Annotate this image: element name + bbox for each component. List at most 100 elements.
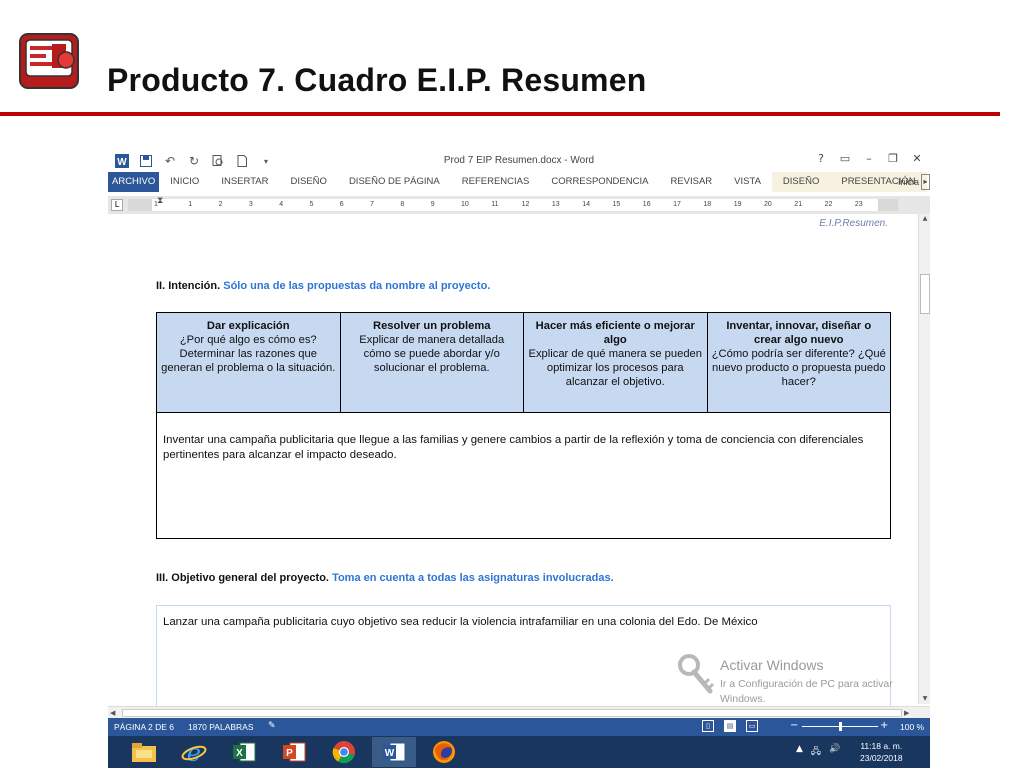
slide: Producto 7. Cuadro E.I.P. Resumen W ↶ ↻	[0, 0, 1024, 768]
horizontal-ruler[interactable]: 1 1 2 3 4 5 6 7 8 9 10 11 12 13 14 15 16 17 18 19 20 21 22 23	[152, 199, 896, 211]
indent-marker-icon[interactable]: ⧗	[157, 196, 163, 206]
clock[interactable]: 11:18 a. m. 23/02/2018	[860, 740, 903, 764]
ribbon-overflow: Inicia ▸	[898, 172, 930, 192]
chevron-right-icon[interactable]: ▸	[921, 174, 930, 190]
ruler-number: 17	[673, 201, 681, 208]
ruler-number: 12	[521, 201, 530, 208]
tab-diseno[interactable]: DISEÑO	[280, 172, 338, 192]
read-mode-icon[interactable]: ▯	[702, 720, 714, 732]
svg-text:e: e	[187, 740, 201, 764]
ruler-number: 18	[703, 201, 712, 208]
show-hidden-icons-icon[interactable]: ▲	[796, 744, 803, 760]
section-intencion-heading: II. Intención. Sólo una de las propuesta…	[156, 280, 490, 292]
ruler-number: 8	[400, 201, 405, 208]
ruler-number: 4	[279, 201, 284, 208]
word-count[interactable]: 1870 PALABRAS	[188, 722, 254, 732]
scroll-up-icon[interactable]: ▲	[920, 214, 930, 224]
table-header-cell[interactable]: Inventar, innovar, diseñar o crear algo …	[706, 312, 891, 413]
section-intencion-instruction: Sólo una de las propuestas da nombre al …	[223, 280, 491, 292]
svg-text:X: X	[236, 748, 243, 759]
section-intencion-title: II. Intención.	[156, 280, 221, 292]
intention-answer-cell[interactable]: Inventar una campaña publicitaria que ll…	[156, 412, 891, 539]
close-button[interactable]: ✕	[910, 152, 924, 165]
network-icon[interactable]: 🖧	[811, 744, 821, 760]
tab-diseno-de-pagina[interactable]: DISEÑO DE PÁGINA	[338, 172, 451, 192]
title-bar: W ↶ ↻ ▾ Prod 7 EIP Resumen.docx - Word ?…	[108, 150, 930, 172]
view-buttons: ▯ ▤ ▭	[702, 720, 758, 732]
column-title: Hacer más eficiente o mejorar algo	[535, 320, 695, 346]
ruler-number: 9	[430, 201, 435, 208]
ruler-number: 22	[824, 201, 833, 208]
column-body: Explicar de manera detallada cómo se pue…	[359, 334, 505, 374]
web-layout-icon[interactable]: ▭	[746, 720, 758, 732]
ruler-number: 21	[794, 201, 803, 208]
volume-icon[interactable]: 🔊	[829, 744, 840, 760]
section-objetivo-title: III. Objetivo general del proyecto.	[156, 572, 329, 584]
ruler-number: 3	[248, 201, 253, 208]
table-row: Inventar una campaña publicitaria que ll…	[156, 412, 891, 539]
horizontal-scrollbar[interactable]: ◀ ▶	[108, 706, 930, 718]
scrollbar-thumb[interactable]	[920, 274, 930, 314]
firefox-icon[interactable]	[422, 737, 466, 767]
watermark-subtitle: Ir a Configuración de PC para activar Wi…	[720, 678, 893, 705]
table-header-cell[interactable]: Hacer más eficiente o mejorar algo Expli…	[523, 312, 708, 413]
vertical-scrollbar[interactable]: ▲ ▼	[918, 214, 930, 704]
restore-button[interactable]: ❐	[886, 152, 900, 165]
ruler-number: 11	[491, 201, 499, 208]
chrome-icon[interactable]	[322, 737, 366, 767]
page-header: E.I.P.Resumen.	[819, 218, 888, 229]
presentation-logo-icon	[19, 33, 79, 89]
help-button[interactable]: ?	[814, 152, 828, 165]
tab-archivo[interactable]: ARCHIVO	[108, 172, 160, 192]
svg-text:W: W	[385, 748, 395, 759]
eip-table: Dar explicación ¿Por qué algo es cómo es…	[156, 312, 891, 539]
zoom-slider-handle[interactable]	[839, 722, 842, 731]
zoom-in-button[interactable]: +	[880, 720, 888, 731]
tab-insertar[interactable]: INSERTAR	[210, 172, 279, 192]
tab-correspondencia[interactable]: CORRESPONDENCIA	[540, 172, 659, 192]
ruler-right-margin	[878, 199, 898, 211]
tab-selector-icon[interactable]: L	[111, 199, 123, 211]
ruler-number: 16	[642, 201, 651, 208]
ruler-left-margin	[128, 199, 152, 211]
section-objetivo-heading: III. Objetivo general del proyecto. Toma…	[156, 572, 614, 584]
proofing-icon[interactable]: ✎	[268, 721, 276, 731]
system-tray: ▲ 🖧 🔊	[796, 744, 840, 760]
title-rule	[0, 112, 1000, 116]
column-body: ¿Cómo podría ser diferente? ¿Qué nuevo p…	[711, 348, 886, 388]
column-body: Explicar de qué manera se pueden optimiz…	[528, 348, 703, 388]
internet-explorer-icon[interactable]: e	[172, 737, 216, 767]
ruler-number: 20	[764, 201, 772, 208]
file-explorer-icon[interactable]	[122, 737, 166, 767]
column-title: Inventar, innovar, diseñar o crear algo …	[726, 320, 872, 346]
document-page[interactable]: E.I.P.Resumen. II. Intención. Sólo una d…	[126, 214, 916, 706]
table-header-cell[interactable]: Resolver un problema Explicar de manera …	[339, 312, 524, 413]
scroll-down-icon[interactable]: ▼	[920, 694, 930, 704]
ruler-number: 5	[309, 201, 314, 208]
scrollbar-thumb[interactable]	[122, 709, 902, 717]
tab-inicio[interactable]: INICIO	[159, 172, 210, 192]
word-icon[interactable]: W	[372, 737, 416, 767]
clock-time: 11:18 a. m.	[860, 741, 903, 751]
watermark-title: Activar Windows	[720, 657, 824, 673]
tab-revisar[interactable]: REVISAR	[659, 172, 723, 192]
clock-date: 23/02/2018	[860, 753, 903, 763]
table-header-cell[interactable]: Dar explicación ¿Por qué algo es cómo es…	[156, 312, 341, 413]
powerpoint-icon[interactable]: P	[272, 737, 316, 767]
print-layout-icon[interactable]: ▤	[724, 720, 736, 732]
ribbon-more-label: Inicia	[898, 177, 920, 187]
minimize-button[interactable]: –	[862, 152, 876, 165]
activate-windows-watermark: Activar Windows Ir a Configuración de PC…	[676, 651, 916, 706]
tab-vista[interactable]: VISTA	[723, 172, 772, 192]
ribbon-display-button[interactable]: ▭	[838, 152, 852, 165]
zoom-level[interactable]: 100 %	[900, 722, 924, 732]
zoom-out-button[interactable]: −	[790, 720, 798, 731]
page-count[interactable]: PÁGINA 2 DE 6	[114, 722, 174, 732]
tab-table-diseno[interactable]: DISEÑO	[771, 172, 831, 192]
ruler-number: 14	[582, 201, 590, 208]
excel-icon[interactable]: X	[222, 737, 266, 767]
document-title: Prod 7 EIP Resumen.docx - Word	[443, 155, 595, 166]
tab-referencias[interactable]: REFERENCIAS	[451, 172, 541, 192]
ruler-number: 19	[733, 201, 742, 208]
ruler-number: 7	[370, 201, 374, 208]
